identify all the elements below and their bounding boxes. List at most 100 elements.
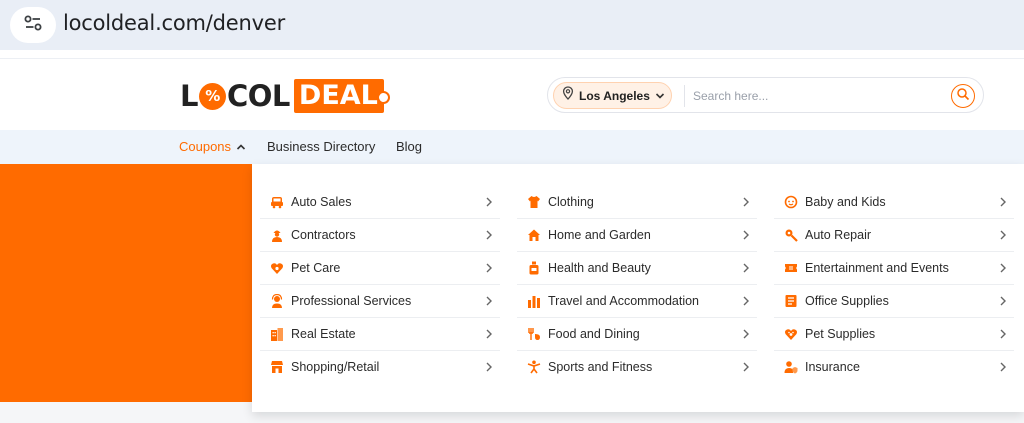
building-icon (270, 327, 284, 341)
chevron-right-icon (741, 327, 751, 341)
category-label: Contractors (291, 228, 356, 242)
category-label: Clothing (548, 195, 594, 209)
category-office-supplies[interactable]: Office Supplies (774, 285, 1014, 318)
category-food-and-dining[interactable]: Food and Dining (517, 318, 757, 351)
search-button[interactable] (951, 84, 975, 108)
chevron-right-icon (998, 327, 1008, 341)
search-icon (956, 87, 970, 106)
support-agent-icon (270, 294, 284, 308)
chevron-right-icon (998, 360, 1008, 374)
category-shopping-retail[interactable]: Shopping/Retail (260, 351, 500, 384)
shirt-icon (527, 195, 541, 209)
luggage-icon (527, 294, 541, 308)
logo-o-mark: % (198, 82, 226, 110)
category-label: Insurance (805, 360, 860, 374)
chevron-right-icon (484, 195, 494, 209)
hero-banner (0, 164, 252, 402)
chevron-up-icon (236, 139, 246, 154)
category-health-and-beauty[interactable]: Health and Beauty (517, 252, 757, 285)
category-label: Professional Services (291, 294, 412, 308)
baby-icon (784, 195, 798, 209)
category-sports-and-fitness[interactable]: Sports and Fitness (517, 351, 757, 384)
url-text[interactable]: locoldeal.com/denver (63, 11, 285, 35)
category-baby-and-kids[interactable]: Baby and Kids (774, 186, 1014, 219)
nav-business-directory-label: Business Directory (267, 139, 376, 154)
browser-address-bar: locoldeal.com/denver (0, 0, 1024, 50)
chevron-right-icon (484, 294, 494, 308)
office-icon (784, 294, 798, 308)
category-auto-sales[interactable]: Auto Sales (260, 186, 500, 219)
house-icon (527, 228, 541, 242)
nav-blog[interactable]: Blog (396, 139, 422, 154)
fitness-icon (527, 360, 541, 374)
category-clothing[interactable]: Clothing (517, 186, 757, 219)
site-header: L% COL DEAL Los Angeles (0, 58, 1024, 130)
search-input[interactable] (693, 85, 933, 107)
search-divider (684, 85, 685, 107)
category-label: Auto Sales (291, 195, 352, 209)
chevron-right-icon (484, 261, 494, 275)
food-icon (527, 327, 541, 341)
nav-coupons[interactable]: Coupons (179, 139, 246, 154)
chevron-right-icon (741, 228, 751, 242)
category-label: Auto Repair (805, 228, 872, 242)
category-insurance[interactable]: Insurance (774, 351, 1014, 384)
category-column-1: Auto Sales Contractors Pet Care Professi… (260, 186, 500, 384)
chevron-right-icon (998, 195, 1008, 209)
category-label: Food and Dining (548, 327, 640, 341)
nav-coupons-label: Coupons (179, 139, 232, 154)
chevron-right-icon (741, 360, 751, 374)
category-real-estate[interactable]: Real Estate (260, 318, 500, 351)
site-logo[interactable]: L% COL DEAL (180, 78, 390, 114)
worker-icon (270, 228, 284, 242)
category-label: Sports and Fitness (548, 360, 653, 374)
chevron-right-icon (484, 228, 494, 242)
car-icon (270, 195, 284, 209)
wrench-gear-icon (784, 228, 798, 242)
category-label: Entertainment and Events (805, 261, 949, 275)
category-professional-services[interactable]: Professional Services (260, 285, 500, 318)
chevron-right-icon (484, 360, 494, 374)
store-icon (270, 360, 284, 374)
tune-icon (23, 13, 43, 38)
chevron-right-icon (484, 327, 494, 341)
category-column-3: Baby and Kids Auto Repair Entertainment … (774, 186, 1014, 384)
category-pet-supplies[interactable]: Pet Supplies (774, 318, 1014, 351)
category-home-and-garden[interactable]: Home and Garden (517, 219, 757, 252)
category-contractors[interactable]: Contractors (260, 219, 500, 252)
category-pet-care[interactable]: Pet Care (260, 252, 500, 285)
category-column-2: Clothing Home and Garden Health and Beau… (517, 186, 757, 384)
category-label: Travel and Accommodation (548, 294, 700, 308)
chevron-right-icon (741, 261, 751, 275)
nav-business-directory[interactable]: Business Directory (267, 139, 375, 154)
chevron-right-icon (998, 261, 1008, 275)
category-entertainment-and-events[interactable]: Entertainment and Events (774, 252, 1014, 285)
beauty-bottle-icon (527, 261, 541, 275)
category-label: Pet Care (291, 261, 341, 275)
category-travel-and-accommodation[interactable]: Travel and Accommodation (517, 285, 757, 318)
main-nav: Coupons Business Directory Blog (0, 130, 1024, 164)
person-shield-icon (784, 360, 798, 374)
category-label: Office Supplies (805, 294, 889, 308)
nav-blog-label: Blog (396, 139, 423, 154)
coupons-dropdown-menu: Auto Sales Contractors Pet Care Professi… (252, 164, 1024, 412)
category-label: Home and Garden (548, 228, 651, 242)
category-auto-repair[interactable]: Auto Repair (774, 219, 1014, 252)
location-selector[interactable]: Los Angeles (553, 82, 672, 109)
category-label: Shopping/Retail (291, 360, 380, 374)
chevron-right-icon (998, 228, 1008, 242)
category-label: Real Estate (291, 327, 356, 341)
logo-wordmark: L% COL (180, 79, 290, 113)
chevron-right-icon (998, 294, 1008, 308)
logo-deal-badge: DEAL (293, 79, 390, 113)
ticket-icon (784, 261, 798, 275)
site-info-button[interactable] (10, 7, 56, 43)
paw-heart-icon (784, 327, 798, 341)
category-label: Health and Beauty (548, 261, 651, 275)
chevron-down-icon (655, 87, 665, 105)
category-label: Baby and Kids (805, 195, 886, 209)
location-label: Los Angeles (579, 88, 650, 103)
search-bar: Los Angeles (547, 77, 984, 113)
chevron-right-icon (741, 294, 751, 308)
category-label: Pet Supplies (805, 327, 876, 341)
